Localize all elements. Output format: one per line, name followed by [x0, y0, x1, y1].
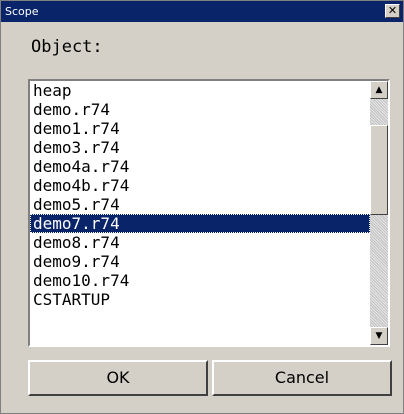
list-item[interactable]: demo10.r74	[30, 271, 370, 290]
vertical-scrollbar[interactable]: ▲ ▼	[370, 81, 388, 345]
scroll-down-button[interactable]: ▼	[370, 327, 388, 345]
list-item[interactable]: demo5.r74	[30, 195, 370, 214]
close-icon: ✕	[387, 4, 398, 17]
list-item[interactable]: demo4a.r74	[30, 157, 370, 176]
object-list: heap demo.r74 demo1.r74 demo3.r74 demo4a.r74…	[30, 81, 370, 345]
scroll-thumb[interactable]	[370, 125, 388, 215]
list-item[interactable]: demo1.r74	[30, 119, 370, 138]
scope-dialog: Scope ✕ Object: heap demo.r74 demo1.r74 dem…	[0, 0, 404, 414]
close-button[interactable]: ✕	[385, 4, 400, 18]
object-label: Object:	[31, 37, 103, 57]
object-listbox[interactable]: heap demo.r74 demo1.r74 demo3.r74 demo4a.r74…	[28, 79, 390, 347]
list-item[interactable]: demo4b.r74	[30, 176, 370, 195]
list-item[interactable]: demo9.r74	[30, 252, 370, 271]
window-title: Scope	[5, 5, 39, 18]
down-arrow-icon: ▼	[375, 331, 383, 341]
list-item[interactable]: heap	[30, 81, 370, 100]
cancel-button[interactable]: Cancel	[212, 360, 392, 396]
list-item[interactable]: demo3.r74	[30, 138, 370, 157]
list-item[interactable]: CSTARTUP	[30, 290, 370, 309]
ok-button[interactable]: OK	[28, 360, 208, 396]
list-item[interactable]: demo7.r74	[30, 214, 370, 233]
up-arrow-icon: ▲	[375, 85, 383, 95]
list-item[interactable]: demo.r74	[30, 100, 370, 119]
title-bar[interactable]: Scope ✕	[1, 1, 403, 22]
list-item[interactable]: demo8.r74	[30, 233, 370, 252]
scroll-up-button[interactable]: ▲	[370, 81, 388, 99]
